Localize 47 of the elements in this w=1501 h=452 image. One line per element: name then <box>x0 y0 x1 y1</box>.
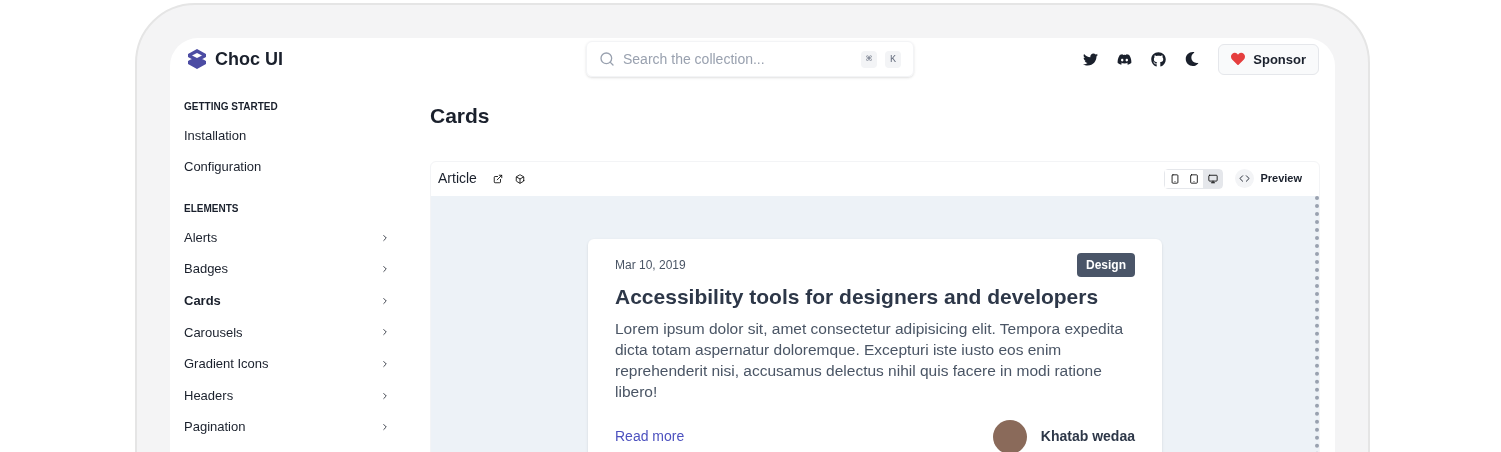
avatar <box>992 419 1027 452</box>
article-title[interactable]: Accessibility tools for designers and developers <box>615 281 1135 312</box>
chevron-icon <box>380 232 390 243</box>
section-heading: ELEMENTS <box>184 201 240 216</box>
heart-icon <box>1231 52 1246 67</box>
sidebar-item[interactable]: Gradient Icons <box>184 348 390 380</box>
chevron-icon <box>380 359 390 369</box>
shortcut-key: K <box>885 50 901 68</box>
sidebar-item[interactable]: Cards <box>184 285 390 317</box>
mobile-icon <box>1169 173 1180 184</box>
chevron-icon <box>380 264 390 275</box>
read-more-link[interactable]: Read more <box>615 426 685 448</box>
chevron-icon <box>380 422 390 433</box>
section-heading: GETTING STARTED <box>184 99 279 114</box>
page-title: Cards <box>430 102 491 129</box>
sidebar-item[interactable]: Badges <box>184 253 390 286</box>
sidebar-item[interactable]: Installation <box>184 119 390 152</box>
sidebar-item[interactable]: Carousels <box>184 316 390 349</box>
category-tag[interactable]: Design <box>1077 252 1135 277</box>
article-body: Lorem ipsum dolor sit, amet consectetur adipisicing elit. Tempora expedita dicta totam aspernatur doloremque. Excepturi iste iusto eos enim reprehenderit nisi, accusamus delectus nihil quis facere in modi ratione libero! <box>615 318 1125 402</box>
shortcut-key: ⌘ <box>860 50 877 68</box>
cube-icon[interactable] <box>514 173 525 184</box>
search-input[interactable]: Search the collection... <box>623 48 853 70</box>
external-link-icon[interactable] <box>492 173 503 184</box>
sidebar-item[interactable]: Alerts <box>184 221 390 254</box>
sidebar-item[interactable]: Pagination <box>184 411 390 443</box>
logo-text: Choc UI <box>215 47 283 71</box>
sidebar-item[interactable]: Headers <box>184 379 390 412</box>
article-date: Mar 10, 2019 <box>615 256 686 274</box>
logo-icon <box>186 48 208 71</box>
viewport-button[interactable] <box>1203 169 1223 188</box>
moon-icon[interactable] <box>1185 52 1200 67</box>
chevron-icon <box>380 295 390 306</box>
search-field[interactable]: Search the collection... ⌘ K <box>586 41 914 78</box>
preview-title: Article <box>438 169 477 189</box>
sponsor-button[interactable]: Sponsor <box>1218 43 1319 75</box>
discord-icon[interactable] <box>1117 51 1133 67</box>
github-icon[interactable] <box>1151 51 1167 67</box>
search-icon <box>599 51 615 68</box>
chevron-icon <box>380 327 390 338</box>
chevron-icon <box>380 390 390 401</box>
preview-button[interactable]: Preview <box>1235 169 1312 189</box>
tablet-icon <box>1188 173 1199 184</box>
sidebar-item[interactable]: Configuration <box>184 151 390 183</box>
author-name[interactable]: Khatab wedaa <box>1040 426 1135 448</box>
twitter-icon[interactable] <box>1083 51 1099 67</box>
code-icon <box>1235 169 1255 189</box>
